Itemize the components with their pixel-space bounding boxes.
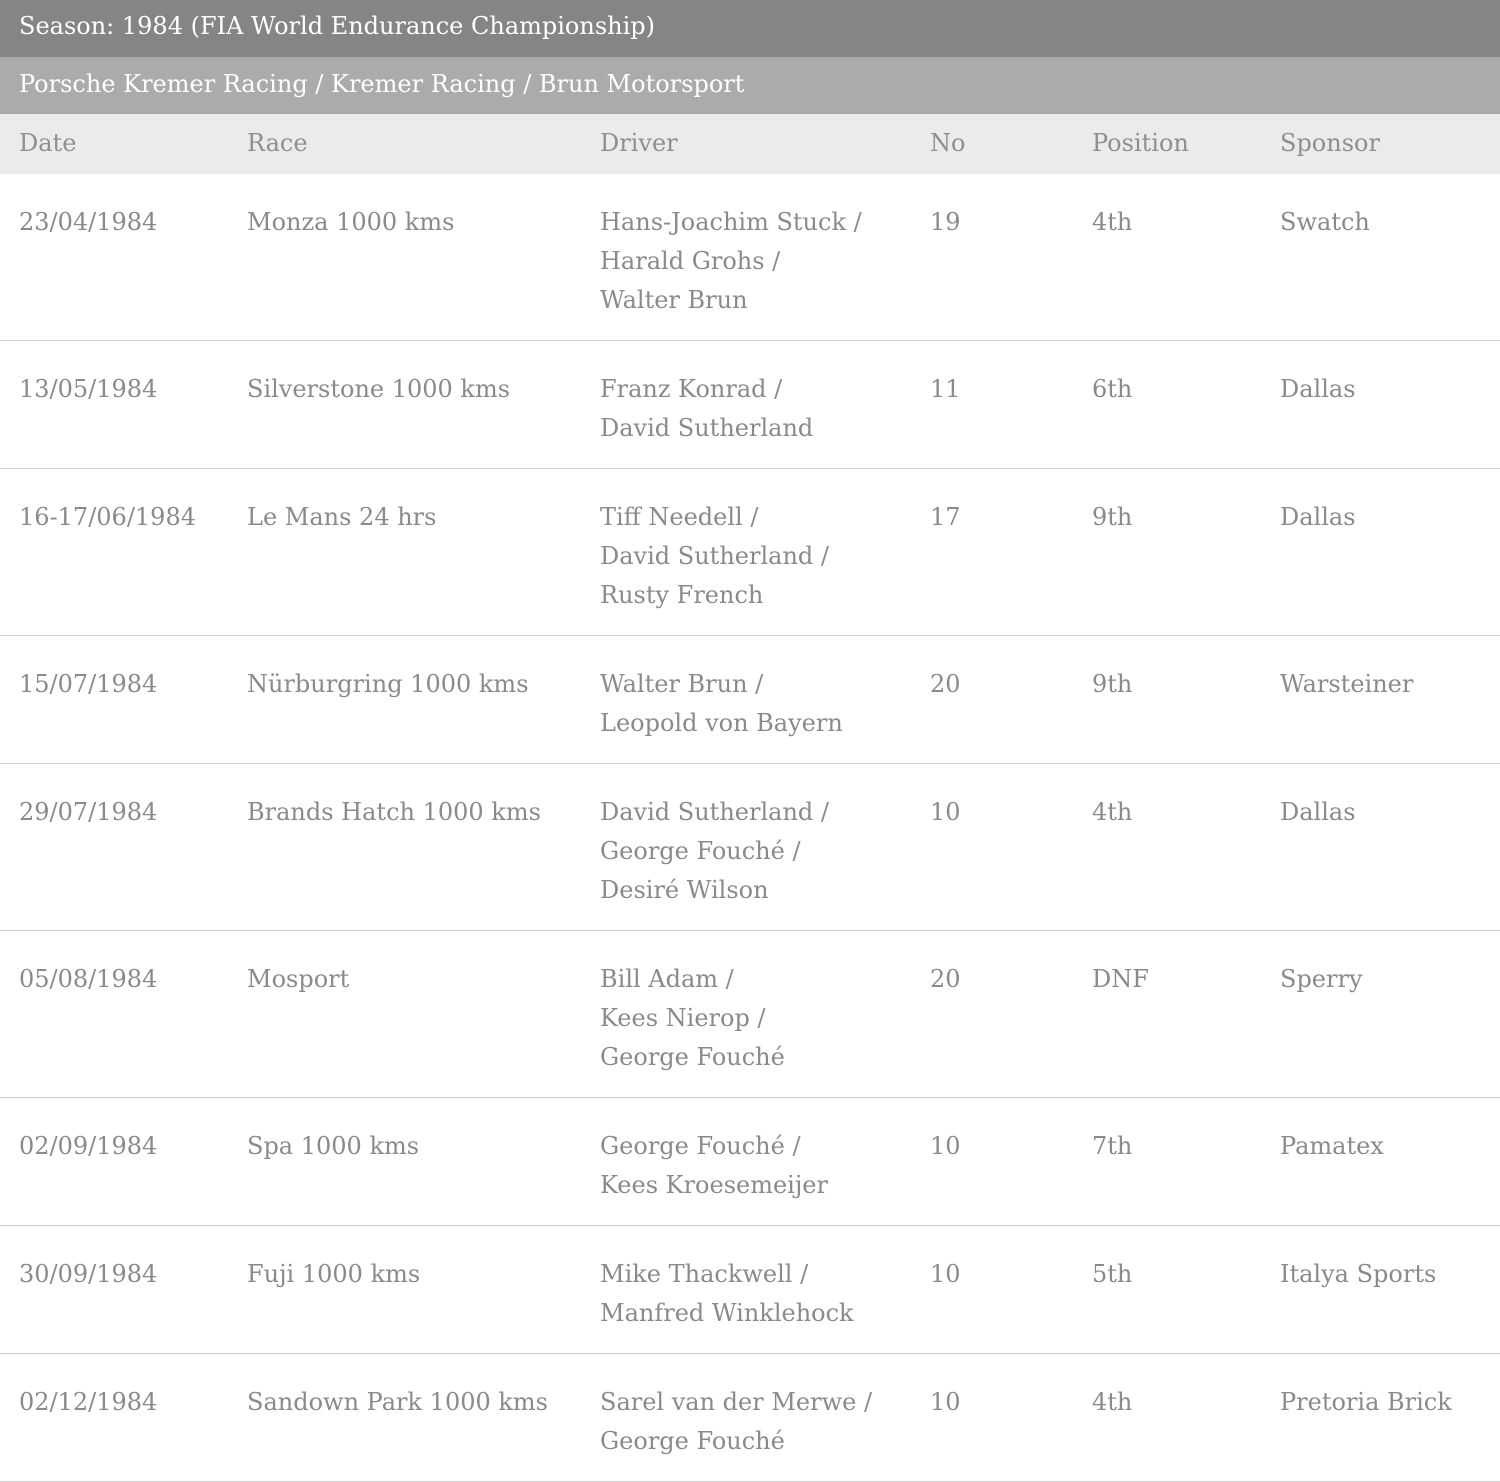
driver-name: Desiré Wilson bbox=[600, 876, 769, 904]
column-header-driver: Driver bbox=[600, 114, 930, 174]
driver-name: Bill Adam / bbox=[600, 965, 734, 993]
driver-name: Hans-Joachim Stuck / bbox=[600, 208, 862, 236]
cell-sponsor: Dallas bbox=[1280, 468, 1500, 636]
cell-date: 05/08/1984 bbox=[0, 930, 247, 1098]
results-table: Date Race Driver No Position Sponsor 23/… bbox=[0, 114, 1500, 1482]
cell-race: Sandown Park 1000 kms bbox=[247, 1353, 600, 1482]
cell-sponsor: Dallas bbox=[1280, 340, 1500, 469]
driver-name: Walter Brun bbox=[600, 286, 748, 314]
cell-position: 6th bbox=[1092, 340, 1280, 469]
table-row: 23/04/1984 Monza 1000 kms Hans-Joachim S… bbox=[0, 174, 1500, 341]
table-row: 05/08/1984 Mosport Bill Adam / Kees Nier… bbox=[0, 930, 1500, 1098]
cell-driver: Bill Adam / Kees Nierop / George Fouché bbox=[600, 930, 930, 1098]
cell-date: 16-17/06/1984 bbox=[0, 468, 247, 636]
cell-sponsor: Warsteiner bbox=[1280, 635, 1500, 764]
cell-date: 02/12/1984 bbox=[0, 1353, 247, 1482]
cell-race: Fuji 1000 kms bbox=[247, 1225, 600, 1354]
driver-name: Franz Konrad / bbox=[600, 375, 783, 403]
driver-name: Rusty French bbox=[600, 581, 764, 609]
cell-no: 17 bbox=[930, 468, 1092, 636]
driver-name: David Sutherland / bbox=[600, 798, 829, 826]
cell-position: 9th bbox=[1092, 635, 1280, 764]
table-row: 16-17/06/1984 Le Mans 24 hrs Tiff Needel… bbox=[0, 468, 1500, 636]
table-row: 29/07/1984 Brands Hatch 1000 kms David S… bbox=[0, 763, 1500, 931]
cell-position: 9th bbox=[1092, 468, 1280, 636]
cell-driver: Hans-Joachim Stuck / Harald Grohs / Walt… bbox=[600, 174, 930, 341]
cell-sponsor: Swatch bbox=[1280, 174, 1500, 341]
column-header-no: No bbox=[930, 114, 1092, 174]
cell-race: Brands Hatch 1000 kms bbox=[247, 763, 600, 931]
cell-race: Silverstone 1000 kms bbox=[247, 340, 600, 469]
results-body: 23/04/1984 Monza 1000 kms Hans-Joachim S… bbox=[0, 174, 1500, 1482]
cell-driver: Walter Brun / Leopold von Bayern bbox=[600, 635, 930, 764]
season-header: Season: 1984 (FIA World Endurance Champi… bbox=[0, 0, 1500, 57]
cell-no: 19 bbox=[930, 174, 1092, 341]
driver-name: George Fouché / bbox=[600, 1132, 801, 1160]
driver-name: Mike Thackwell / bbox=[600, 1260, 809, 1288]
driver-name: Walter Brun / bbox=[600, 670, 764, 698]
cell-no: 20 bbox=[930, 930, 1092, 1098]
team-header: Porsche Kremer Racing / Kremer Racing / … bbox=[0, 57, 1500, 114]
column-header-date: Date bbox=[0, 114, 247, 174]
cell-no: 10 bbox=[930, 763, 1092, 931]
cell-position: 4th bbox=[1092, 1353, 1280, 1482]
driver-name: David Sutherland / bbox=[600, 542, 829, 570]
table-header-row: Date Race Driver No Position Sponsor bbox=[0, 114, 1500, 174]
cell-date: 23/04/1984 bbox=[0, 174, 247, 341]
cell-no: 20 bbox=[930, 635, 1092, 764]
cell-no: 10 bbox=[930, 1353, 1092, 1482]
cell-driver: David Sutherland / George Fouché / Desir… bbox=[600, 763, 930, 931]
cell-race: Spa 1000 kms bbox=[247, 1097, 600, 1226]
cell-race: Nürburgring 1000 kms bbox=[247, 635, 600, 764]
column-header-position: Position bbox=[1092, 114, 1280, 174]
cell-driver: Tiff Needell / David Sutherland / Rusty … bbox=[600, 468, 930, 636]
cell-position: DNF bbox=[1092, 930, 1280, 1098]
table-row: 02/09/1984 Spa 1000 kms George Fouché / … bbox=[0, 1097, 1500, 1226]
cell-position: 4th bbox=[1092, 763, 1280, 931]
driver-name: George Fouché bbox=[600, 1427, 785, 1455]
cell-race: Le Mans 24 hrs bbox=[247, 468, 600, 636]
cell-driver: Sarel van der Merwe / George Fouché bbox=[600, 1353, 930, 1482]
cell-sponsor: Sperry bbox=[1280, 930, 1500, 1098]
cell-date: 02/09/1984 bbox=[0, 1097, 247, 1226]
cell-position: 5th bbox=[1092, 1225, 1280, 1354]
table-row: 15/07/1984 Nürburgring 1000 kms Walter B… bbox=[0, 635, 1500, 764]
driver-name: Kees Nierop / bbox=[600, 1004, 766, 1032]
cell-date: 30/09/1984 bbox=[0, 1225, 247, 1354]
cell-driver: Franz Konrad / David Sutherland bbox=[600, 340, 930, 469]
driver-name: Kees Kroesemeijer bbox=[600, 1171, 828, 1199]
table-row: 13/05/1984 Silverstone 1000 kms Franz Ko… bbox=[0, 340, 1500, 469]
cell-sponsor: Italya Sports bbox=[1280, 1225, 1500, 1354]
cell-date: 29/07/1984 bbox=[0, 763, 247, 931]
cell-sponsor: Dallas bbox=[1280, 763, 1500, 931]
cell-position: 7th bbox=[1092, 1097, 1280, 1226]
cell-position: 4th bbox=[1092, 174, 1280, 341]
cell-no: 11 bbox=[930, 340, 1092, 469]
driver-name: Tiff Needell / bbox=[600, 503, 759, 531]
cell-driver: Mike Thackwell / Manfred Winklehock bbox=[600, 1225, 930, 1354]
cell-date: 15/07/1984 bbox=[0, 635, 247, 764]
table-row: 02/12/1984 Sandown Park 1000 kms Sarel v… bbox=[0, 1353, 1500, 1482]
column-header-sponsor: Sponsor bbox=[1280, 114, 1500, 174]
driver-name: George Fouché / bbox=[600, 837, 801, 865]
column-header-race: Race bbox=[247, 114, 600, 174]
table-row: 30/09/1984 Fuji 1000 kms Mike Thackwell … bbox=[0, 1225, 1500, 1354]
driver-name: Leopold von Bayern bbox=[600, 709, 843, 737]
driver-name: Manfred Winklehock bbox=[600, 1299, 854, 1327]
cell-date: 13/05/1984 bbox=[0, 340, 247, 469]
driver-name: Harald Grohs / bbox=[600, 247, 781, 275]
driver-name: Sarel van der Merwe / bbox=[600, 1388, 873, 1416]
cell-no: 10 bbox=[930, 1097, 1092, 1226]
cell-sponsor: Pamatex bbox=[1280, 1097, 1500, 1226]
cell-race: Monza 1000 kms bbox=[247, 174, 600, 341]
driver-name: David Sutherland bbox=[600, 414, 814, 442]
cell-race: Mosport bbox=[247, 930, 600, 1098]
cell-sponsor: Pretoria Brick bbox=[1280, 1353, 1500, 1482]
driver-name: George Fouché bbox=[600, 1043, 785, 1071]
cell-no: 10 bbox=[930, 1225, 1092, 1354]
cell-driver: George Fouché / Kees Kroesemeijer bbox=[600, 1097, 930, 1226]
